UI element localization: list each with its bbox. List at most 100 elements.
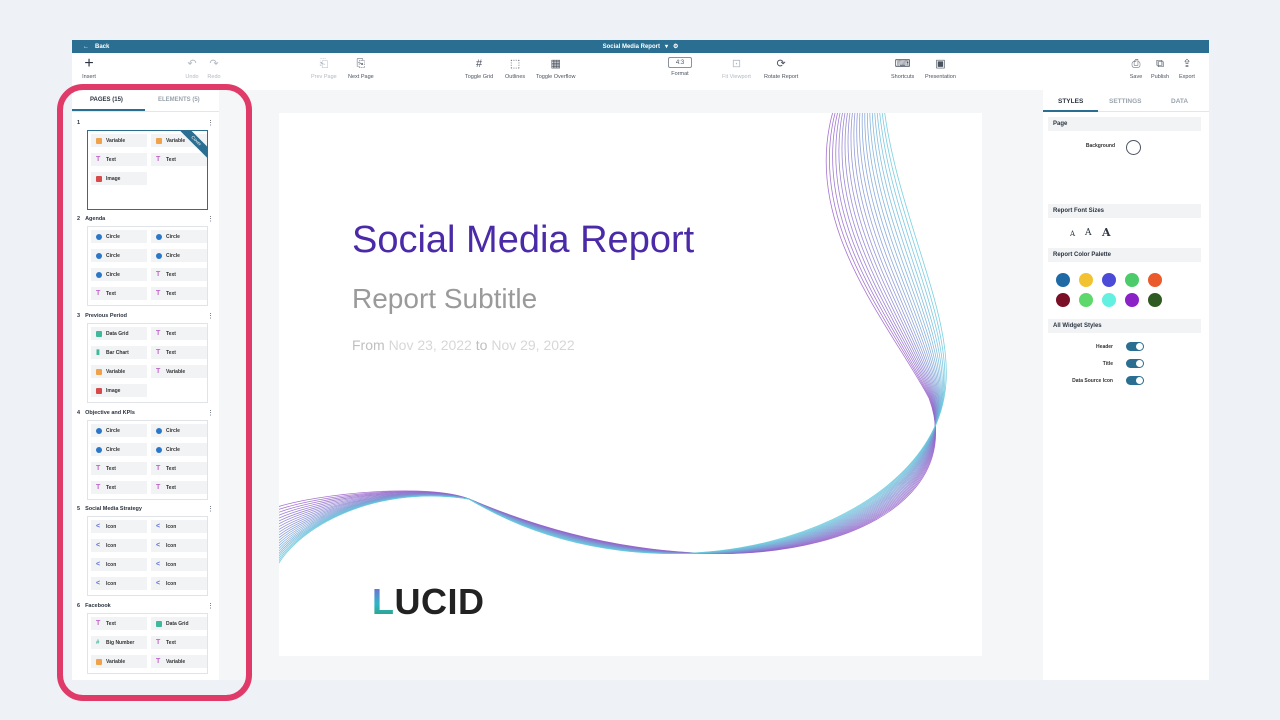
page-thumbnail[interactable]: < Icon < Icon < Icon < Icon < Icon < Icon < Icon < Icon [87, 516, 208, 596]
publish-label: Publish [1151, 74, 1170, 80]
page-thumbnail[interactable]: Circle Circle Circle Circle Circle T Text T Text… [87, 226, 208, 306]
thumbnail-element: < Icon [91, 539, 147, 552]
page-options-icon[interactable]: ⋮ [207, 215, 214, 223]
palette-swatch[interactable] [1056, 273, 1070, 287]
variable-icon [96, 368, 102, 375]
next-page-button[interactable]: ⎘ Next Page [348, 57, 374, 80]
toggle-grid-button[interactable]: # Toggle Grid [465, 57, 493, 80]
page-number: 2 [77, 216, 81, 222]
palette-swatch[interactable] [1102, 273, 1116, 287]
page-name: Previous Period [85, 313, 127, 319]
report-page[interactable]: Social Media Report Report Subtitle From… [279, 113, 982, 656]
palette-swatch[interactable] [1125, 293, 1139, 307]
palette-swatch[interactable] [1125, 273, 1139, 287]
thumbnail-element-label: Icon [166, 561, 177, 568]
thumbnail-element: Circle [91, 249, 147, 262]
prev-page-button[interactable]: ⎗ Prev Page [311, 57, 337, 80]
thumbnail-element-label: Circle [106, 446, 120, 453]
back-button[interactable]: ← Back [83, 40, 109, 53]
page-thumbnail[interactable]: Variable Variable T Text T Text Image Cover [87, 130, 208, 210]
palette-swatch[interactable] [1079, 293, 1093, 307]
font-size-large[interactable]: A [1102, 226, 1111, 239]
page-options-icon[interactable]: ⋮ [207, 505, 214, 513]
report-title[interactable]: Social Media Report [352, 219, 694, 262]
page-thumbnail[interactable]: T Text Data Grid # Big Number T Text Variable T V… [87, 613, 208, 674]
circle-icon [156, 427, 162, 434]
export-button[interactable]: ⇪ Export [1179, 57, 1195, 80]
palette-swatch[interactable] [1102, 293, 1116, 307]
document-title[interactable]: Social Media Report ▾ ⚙ [603, 40, 679, 53]
save-button[interactable]: ⎙ Save [1129, 57, 1143, 80]
background-color-picker[interactable] [1126, 140, 1141, 155]
thumbnail-element: Variable [91, 365, 147, 378]
thumbnail-element: < Icon [151, 520, 207, 533]
thumbnail-element: T Variable [151, 655, 207, 668]
insert-button[interactable]: + Insert [82, 56, 96, 81]
image-icon [96, 387, 102, 394]
font-size-medium[interactable]: A [1085, 228, 1092, 238]
page-options-icon[interactable]: ⋮ [207, 409, 214, 417]
page-title[interactable]: 2 Agenda [77, 216, 105, 222]
page-options-icon[interactable]: ⋮ [207, 602, 214, 610]
thumbnail-element: T Text [151, 327, 207, 340]
palette-swatch[interactable] [1148, 273, 1162, 287]
page-thumbnail[interactable]: Data Grid T Text ▮ Bar Chart T Text Variable T Va… [87, 323, 208, 403]
thumbnail-element: T Text [91, 481, 147, 494]
font-sizes-section-header: Report Font Sizes [1048, 204, 1201, 218]
shortcuts-label: Shortcuts [891, 74, 915, 80]
toggle-overflow-button[interactable]: ▦ Toggle Overflow [536, 57, 575, 80]
gear-icon[interactable]: ⚙ [673, 43, 678, 50]
thumbnail-element-label: Text [166, 349, 176, 356]
circle-icon [96, 446, 102, 453]
shortcuts-button[interactable]: ⌨ Shortcuts [891, 57, 914, 80]
format-value: 4:3 [668, 57, 692, 68]
tab-elements[interactable]: ELEMENTS (5) [158, 97, 200, 103]
chevron-down-icon[interactable]: ▾ [665, 43, 668, 50]
format-button[interactable]: 4:3 Format [668, 57, 692, 77]
report-subtitle[interactable]: Report Subtitle [352, 283, 537, 315]
thumbnail-element: T Text [91, 287, 147, 300]
variable-icon [156, 137, 162, 144]
toggle-switch[interactable] [1126, 359, 1144, 368]
page-title[interactable]: 3 Previous Period [77, 313, 127, 319]
presentation-button[interactable]: ▣ Presentation [925, 57, 956, 80]
thumbnail-element-label: Image [106, 175, 121, 182]
outlines-button[interactable]: ⬚ Outlines [505, 57, 525, 80]
tab-settings[interactable]: SETTINGS [1109, 98, 1142, 105]
toggle-switch[interactable] [1126, 342, 1144, 351]
page-title[interactable]: 6 Facebook [77, 603, 111, 609]
rotate-report-button[interactable]: ⟳ Rotate Report [764, 57, 798, 80]
text-icon: T [96, 484, 101, 491]
page-thumbnail[interactable]: Circle Circle Circle Circle T Text T Text T Text T… [87, 420, 208, 500]
canvas-area: Social Media Report Report Subtitle From… [219, 90, 1043, 680]
rotate-report-label: Rotate Report [764, 74, 799, 80]
tab-data[interactable]: DATA [1171, 98, 1188, 105]
fit-viewport-button[interactable]: ⊡ Fit Viewport [722, 57, 751, 80]
font-size-small[interactable]: A [1070, 230, 1075, 238]
palette-swatch[interactable] [1148, 293, 1162, 307]
redo-button[interactable]: ↷ Redo [207, 57, 221, 80]
thumbnail-element: T Variable [151, 365, 207, 378]
page-title[interactable]: 4 Objective and KPIs [77, 410, 135, 416]
palette-swatch[interactable] [1056, 293, 1070, 307]
report-date-range[interactable]: From Nov 23, 2022 to Nov 29, 2022 [352, 337, 575, 353]
publish-button[interactable]: ⧉ Publish [1151, 57, 1169, 80]
tab-styles[interactable]: STYLES [1058, 98, 1083, 105]
page-title[interactable]: 1 [77, 120, 85, 126]
share-icon: < [96, 542, 101, 549]
page-options-icon[interactable]: ⋮ [207, 312, 214, 320]
undo-button[interactable]: ↶ Undo [185, 57, 199, 80]
toggle-switch[interactable] [1126, 376, 1144, 385]
tab-pages[interactable]: PAGES (15) [90, 97, 123, 103]
wave-line [279, 113, 936, 554]
thumbnail-element-label: Circle [166, 427, 180, 434]
format-label: Format [671, 71, 689, 77]
thumbnail-element-label: Bar Chart [106, 349, 129, 356]
page-title[interactable]: 5 Social Media Strategy [77, 506, 142, 512]
widget-styles-section-header: All Widget Styles [1048, 319, 1201, 333]
arrow-left-icon: ← [83, 43, 89, 50]
lucid-logo[interactable]: LUCID [372, 581, 485, 623]
palette-swatch[interactable] [1079, 273, 1093, 287]
thumbnail-element: Circle [91, 268, 147, 281]
page-options-icon[interactable]: ⋮ [207, 119, 214, 127]
